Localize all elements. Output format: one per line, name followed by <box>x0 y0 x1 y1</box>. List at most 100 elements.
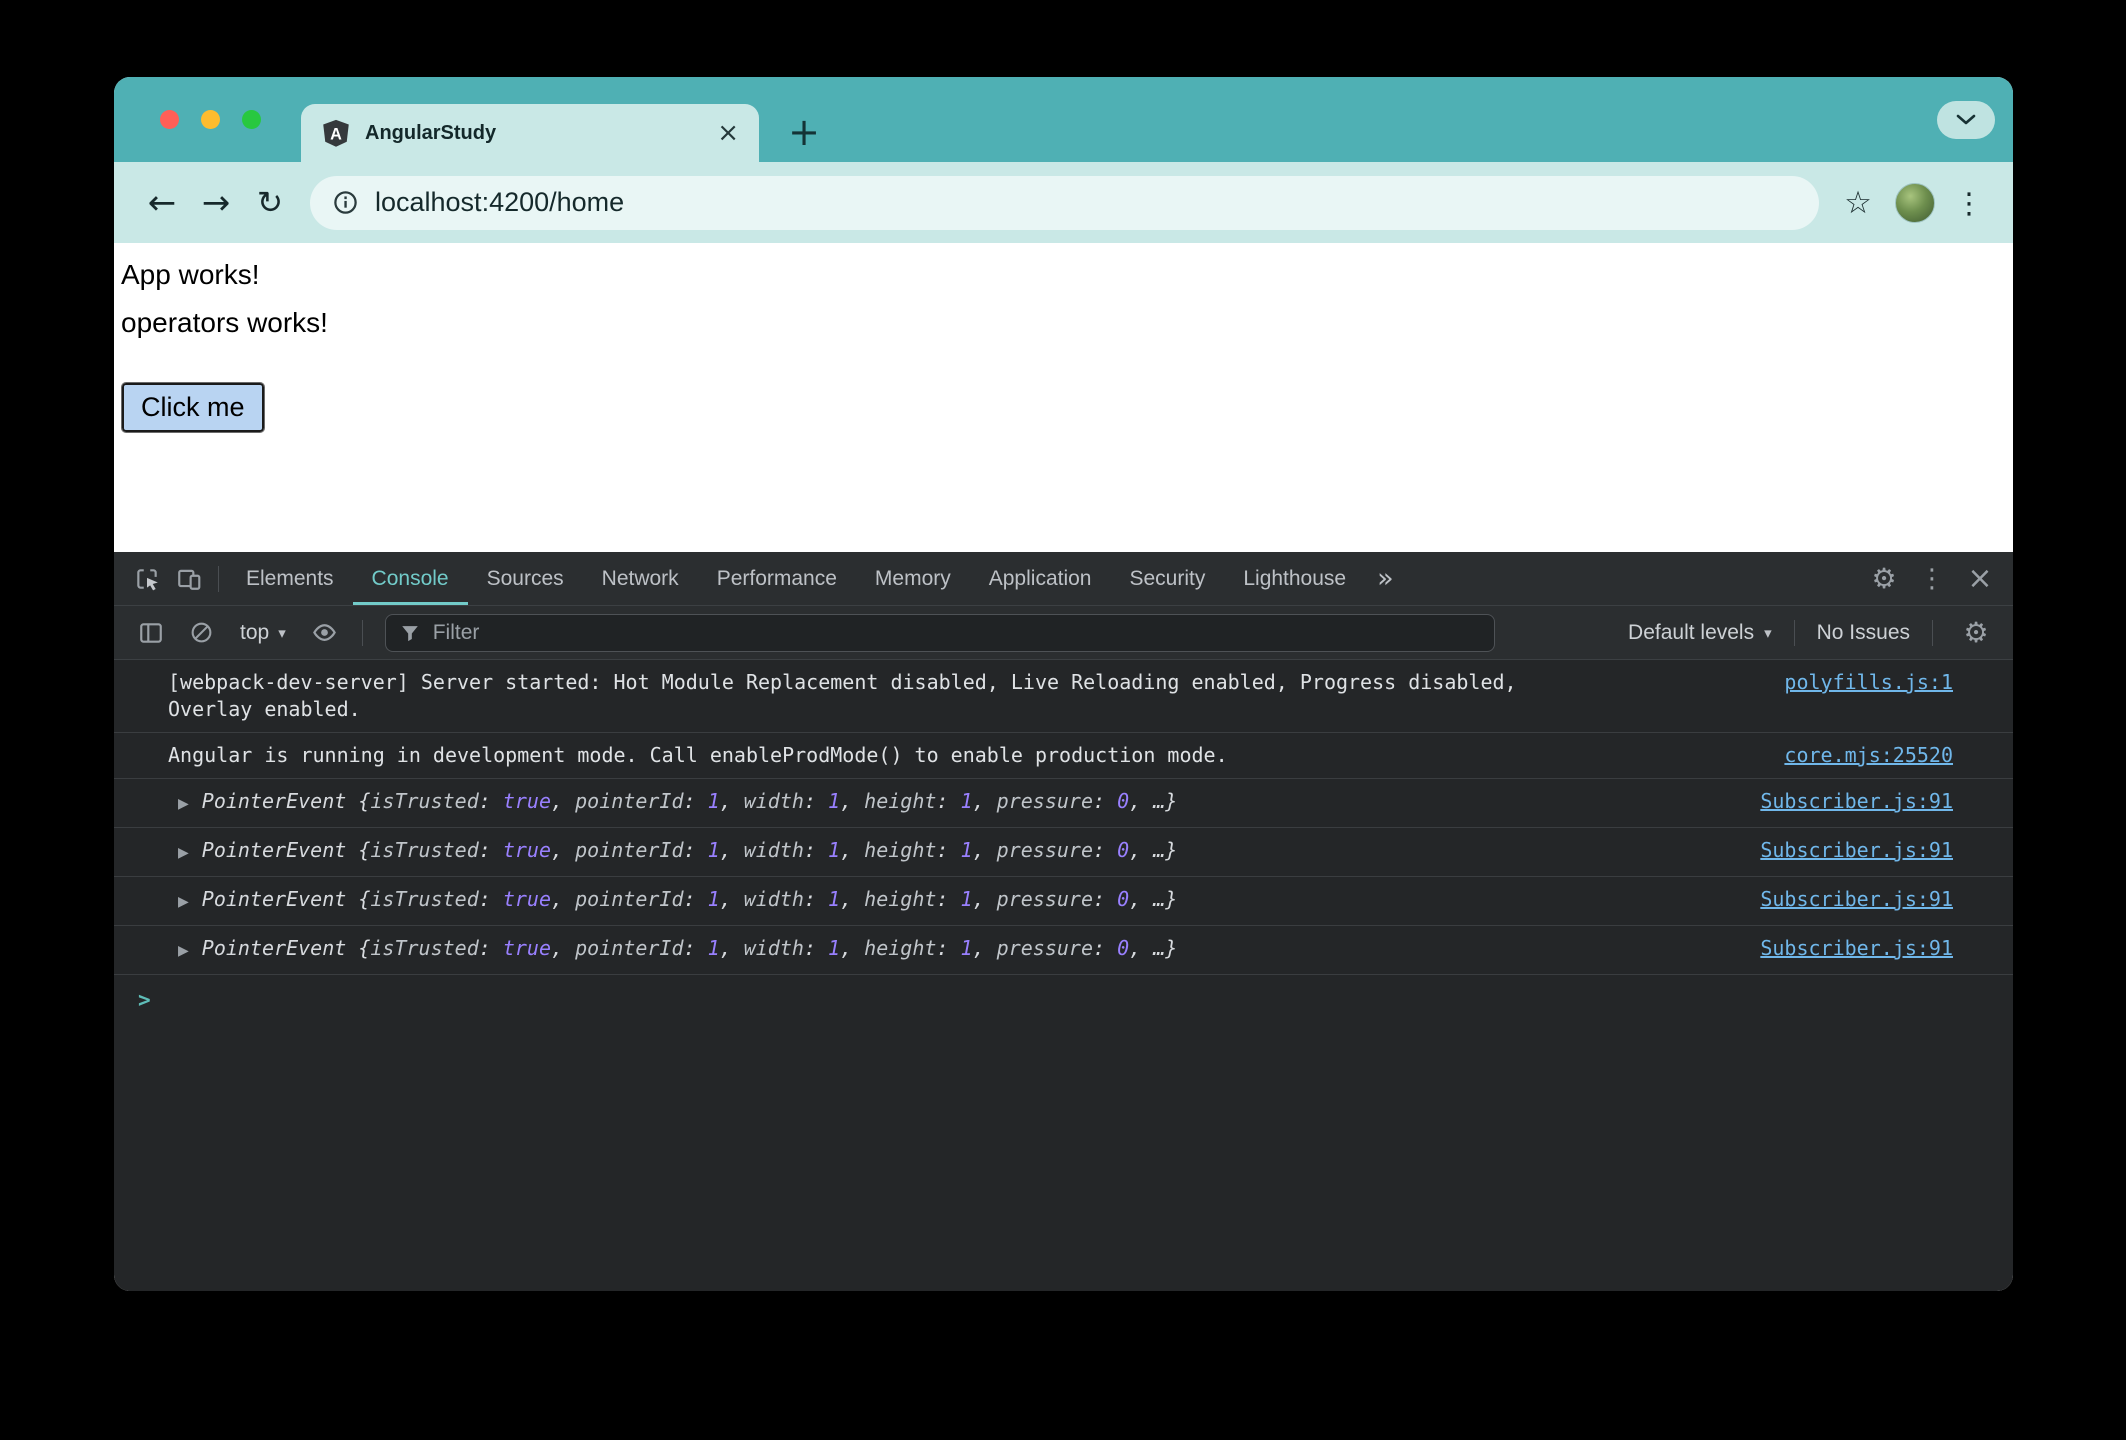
divider <box>218 566 219 592</box>
devtools-tab-security[interactable]: Security <box>1110 552 1224 605</box>
devtools-toolbar-actions: ⚙ ⋮ × <box>1863 552 2001 605</box>
devtools-tab-memory[interactable]: Memory <box>856 552 970 605</box>
live-expression-button[interactable] <box>304 612 346 654</box>
filter-funnel-icon <box>399 622 421 644</box>
console-message-text: Angular is running in development mode. … <box>168 742 1228 769</box>
svg-text:A: A <box>330 125 342 143</box>
devtools-tab-elements[interactable]: Elements <box>227 552 353 605</box>
divider <box>1794 620 1795 646</box>
browser-tab[interactable]: A AngularStudy × <box>301 104 759 162</box>
log-levels-dropdown[interactable]: Default levels ▾ <box>1628 621 1772 645</box>
sidebar-panel-icon <box>138 620 164 646</box>
console-event-row: ▶PointerEvent {isTrusted: true, pointerI… <box>114 877 2013 926</box>
console-message-row: [webpack-dev-server] Server started: Hot… <box>114 660 2013 733</box>
device-toolbar-button[interactable] <box>168 558 210 600</box>
devtools-tab-console[interactable]: Console <box>353 552 468 605</box>
expand-triangle-icon: ▶ <box>178 840 189 867</box>
console-message-row: Angular is running in development mode. … <box>114 733 2013 779</box>
console-source-link[interactable]: core.mjs:25520 <box>1784 742 1953 769</box>
devtools-tab-performance[interactable]: Performance <box>698 552 856 605</box>
site-info-icon[interactable] <box>332 189 359 216</box>
console-source-link[interactable]: Subscriber.js:91 <box>1760 886 1953 913</box>
console-event-row: ▶ PointerEvent {isTrusted: true, pointerI… <box>114 926 2013 975</box>
click-me-button[interactable]: Click me <box>122 383 264 432</box>
clear-console-button[interactable] <box>180 612 222 654</box>
address-bar[interactable]: localhost:4200/home <box>310 176 1819 230</box>
more-tabs-button[interactable]: » <box>1365 552 1406 605</box>
expand-triangle-icon: ▶ <box>178 938 189 965</box>
console-object-expander[interactable]: ▶ PointerEvent {isTrusted: true, pointerI… <box>178 837 1177 867</box>
inspect-element-button[interactable] <box>126 558 168 600</box>
device-toolbar-icon <box>176 566 202 592</box>
caret-down-icon: ▾ <box>278 624 286 642</box>
devtools-menu-kebab-icon[interactable]: ⋮ <box>1911 558 1953 600</box>
caret-down-icon: ▾ <box>1764 624 1772 642</box>
profile-avatar[interactable] <box>1895 183 1935 223</box>
tab-close-icon[interactable]: × <box>717 120 739 146</box>
divider <box>1932 620 1933 646</box>
devtools-tab-network[interactable]: Network <box>583 552 698 605</box>
devtools-tabbar: Elements Console Sources Network Perform… <box>114 552 2013 606</box>
console-sidebar-toggle-button[interactable] <box>130 612 172 654</box>
console-message-text: [webpack-dev-server] Server started: Hot… <box>168 669 1558 723</box>
console-prompt[interactable]: > <box>114 975 2013 1014</box>
reload-button[interactable]: ↻ <box>246 179 294 227</box>
inspect-cursor-icon <box>134 566 160 592</box>
console-source-link[interactable]: Subscriber.js:91 <box>1760 935 1953 962</box>
operators-works-text: operators works! <box>121 307 2013 339</box>
url-text: localhost:4200/home <box>375 187 624 218</box>
app-works-text: App works! <box>121 259 2013 291</box>
console-object-expander[interactable]: ▶ PointerEvent {isTrusted: true, pointerI… <box>178 935 1177 965</box>
bookmark-star-icon[interactable]: ☆ <box>1835 180 1881 226</box>
console-toolbar: top ▾ Defa <box>114 606 2013 660</box>
window-controls <box>160 77 261 162</box>
devtools-settings-gear-icon[interactable]: ⚙ <box>1863 558 1905 600</box>
console-context-selector[interactable]: top ▾ <box>230 621 296 645</box>
context-label: top <box>240 621 269 645</box>
browser-menu-kebab-icon[interactable]: ⋮ <box>1949 183 1989 223</box>
devtools-tab-sources[interactable]: Sources <box>468 552 583 605</box>
chevron-down-icon <box>1955 113 1977 126</box>
tab-strip: A AngularStudy × + <box>114 77 2013 162</box>
console-object-expander[interactable]: ▶PointerEvent {isTrusted: true, pointerI… <box>178 886 1177 916</box>
console-output: [webpack-dev-server] Server started: Hot… <box>114 660 2013 1291</box>
page-content: App works! operators works! Click me <box>114 243 2013 552</box>
divider <box>362 620 363 646</box>
clear-console-icon <box>189 620 214 645</box>
console-object-expander[interactable]: ▶PointerEvent {isTrusted: true, pointerI… <box>178 788 1177 818</box>
console-event-row: ▶PointerEvent {isTrusted: true, pointerI… <box>114 779 2013 828</box>
angular-favicon-icon: A <box>321 118 351 148</box>
browser-toolbar: ← → ↻ localhost:4200/home ☆ ⋮ <box>114 162 2013 243</box>
devtools-tab-application[interactable]: Application <box>970 552 1111 605</box>
tab-search-button[interactable] <box>1937 101 1995 139</box>
browser-window: A AngularStudy × + ← → ↻ <box>114 77 2013 1291</box>
back-button[interactable]: ← <box>138 179 186 227</box>
console-source-link[interactable]: Subscriber.js:91 <box>1760 837 1953 864</box>
object-preview: PointerEvent {isTrusted: true, pointerId… <box>202 935 1178 962</box>
issues-counter[interactable]: No Issues <box>1817 621 1910 645</box>
console-event-rows: ▶ PointerEvent {isTrusted: true, pointerI… <box>114 779 2013 975</box>
console-filter-input[interactable] <box>385 614 1495 652</box>
close-window-button[interactable] <box>160 110 179 129</box>
console-prompt-icon: > <box>138 988 151 1012</box>
eye-icon <box>311 619 338 646</box>
devtools-tab-lighthouse[interactable]: Lighthouse <box>1224 552 1365 605</box>
expand-triangle-icon: ▶ <box>178 889 189 916</box>
object-preview: PointerEvent {isTrusted: true, pointerId… <box>202 837 1178 864</box>
devtools-close-icon[interactable]: × <box>1959 558 2001 600</box>
object-preview: PointerEvent {isTrusted: true, pointerId… <box>202 788 1178 815</box>
console-settings-gear-icon[interactable]: ⚙ <box>1955 612 1997 654</box>
forward-button[interactable]: → <box>192 179 240 227</box>
filter-text-field[interactable] <box>433 621 1481 645</box>
log-levels-label: Default levels <box>1628 621 1754 645</box>
desktop-background: A AngularStudy × + ← → ↻ <box>0 0 2126 1440</box>
console-source-link[interactable]: Subscriber.js:91 <box>1760 788 1953 815</box>
console-toolbar-right: Default levels ▾ No Issues ⚙ <box>1628 612 1997 654</box>
new-tab-button[interactable]: + <box>782 110 826 154</box>
console-event-row: ▶ PointerEvent {isTrusted: true, pointerI… <box>114 828 2013 877</box>
devtools-panel: Elements Console Sources Network Perform… <box>114 552 2013 1291</box>
zoom-window-button[interactable] <box>242 110 261 129</box>
tab-title: AngularStudy <box>365 122 703 145</box>
minimize-window-button[interactable] <box>201 110 220 129</box>
console-source-link[interactable]: polyfills.js:1 <box>1784 669 1953 696</box>
